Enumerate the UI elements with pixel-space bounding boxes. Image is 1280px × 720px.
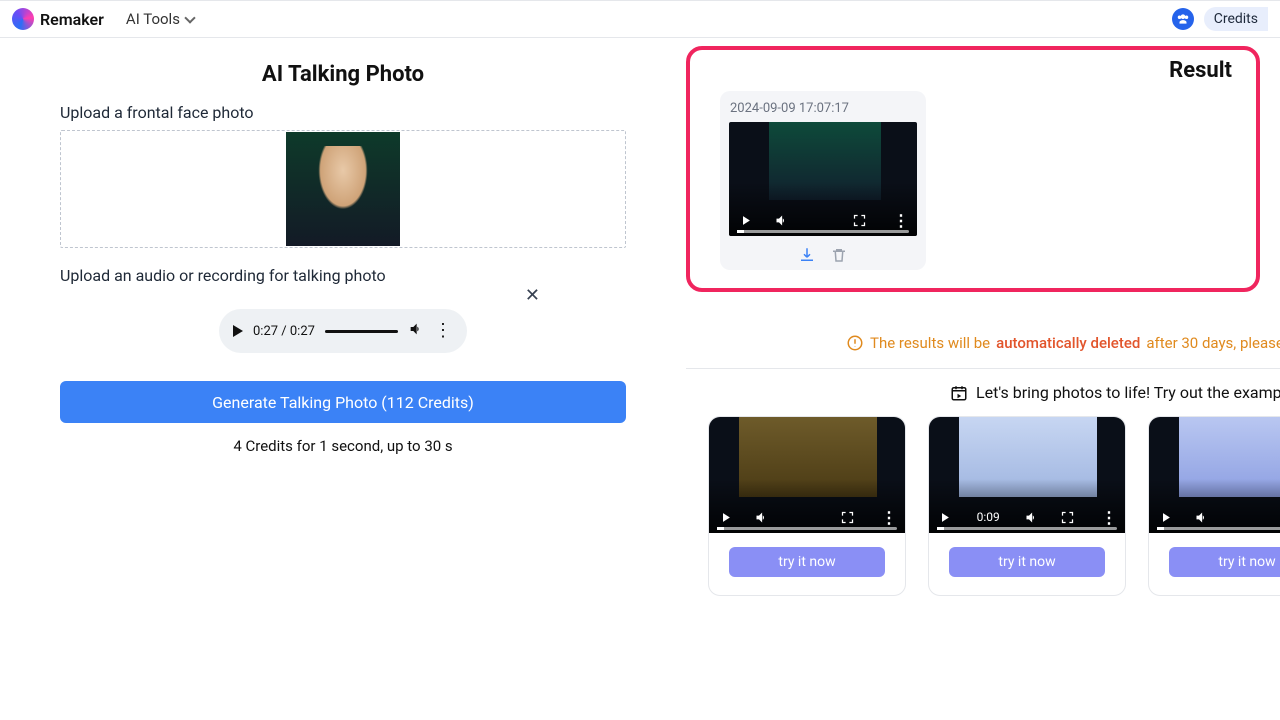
download-icon[interactable] [798, 246, 816, 264]
warning-text-2: automatically deleted [996, 334, 1140, 352]
result-timestamp: 2024-09-09 17:07:17 [726, 99, 920, 122]
examples-intro: Let's bring photos to life! Try out the … [976, 383, 1280, 402]
audio-player[interactable]: 0:27 / 0:27 ⋮ [219, 309, 467, 353]
examples-header: Let's bring photos to life! Try out the … [950, 383, 1280, 402]
result-box: Result 2024-09-09 17:07:17 ⋮ [686, 46, 1260, 292]
fullscreen-icon[interactable] [839, 509, 855, 525]
retention-warning: The results will be automatically delete… [846, 334, 1280, 352]
example-card-1: ⋮ try it now [708, 416, 906, 596]
play-icon[interactable] [1157, 509, 1173, 525]
video-progress[interactable] [717, 527, 897, 530]
play-icon[interactable] [737, 212, 753, 228]
video-more-icon[interactable]: ⋮ [893, 212, 909, 228]
logo-icon [12, 8, 34, 30]
try-it-button-3[interactable]: try it now [1169, 547, 1280, 577]
result-card: 2024-09-09 17:07:17 ⋮ [720, 91, 926, 270]
remove-audio-icon[interactable]: ✕ [525, 285, 540, 306]
page-title: AI Talking Photo [60, 62, 626, 87]
fullscreen-icon[interactable] [851, 212, 867, 228]
warning-text-3: after 30 days, please do [1146, 334, 1280, 352]
video-more-icon[interactable]: ⋮ [881, 509, 897, 525]
play-icon[interactable] [233, 325, 243, 337]
audio-time: 0:27 / 0:27 [253, 324, 315, 339]
result-title: Result [720, 58, 1232, 83]
volume-icon[interactable] [753, 509, 769, 525]
video-progress[interactable] [737, 230, 909, 233]
ai-tools-label: AI Tools [126, 10, 180, 28]
example-2-time: 0:09 [977, 510, 1000, 524]
play-icon[interactable] [717, 509, 733, 525]
audio-more-icon[interactable]: ⋮ [434, 322, 453, 340]
uploaded-photo-thumb [286, 132, 400, 246]
community-icon[interactable] [1172, 8, 1194, 30]
ai-tools-dropdown[interactable]: AI Tools [126, 10, 194, 28]
photo-dropzone[interactable] [60, 130, 626, 248]
divider [686, 368, 1280, 369]
try-it-button-1[interactable]: try it now [729, 547, 885, 577]
play-icon[interactable] [937, 509, 953, 525]
warning-text-1: The results will be [870, 334, 990, 352]
examples-row: ⋮ try it now 0:09 ⋮ [708, 416, 1280, 596]
app-header: Remaker AI Tools Credits [0, 0, 1280, 38]
fullscreen-icon[interactable] [1059, 509, 1075, 525]
chevron-down-icon [184, 12, 195, 23]
brand-name: Remaker [40, 10, 104, 29]
trash-icon[interactable] [830, 246, 848, 264]
credits-button[interactable]: Credits [1204, 7, 1268, 31]
volume-icon[interactable] [408, 321, 424, 341]
example-card-3: try it now [1148, 416, 1280, 596]
video-progress[interactable] [937, 527, 1117, 530]
credit-note: 4 Credits for 1 second, up to 30 s [60, 437, 626, 455]
audio-progress[interactable] [325, 330, 398, 333]
left-panel: AI Talking Photo Upload a frontal face p… [0, 38, 686, 720]
video-more-icon[interactable]: ⋮ [1101, 509, 1117, 525]
generate-button[interactable]: Generate Talking Photo (112 Credits) [60, 381, 626, 423]
upload-photo-label: Upload a frontal face photo [60, 103, 626, 122]
example-video-3[interactable] [1149, 417, 1280, 533]
video-progress[interactable] [1157, 527, 1280, 530]
warning-icon [846, 334, 864, 352]
calendar-play-icon [950, 384, 968, 402]
volume-icon[interactable] [1024, 509, 1040, 525]
try-it-button-2[interactable]: try it now [949, 547, 1105, 577]
example-video-2[interactable]: 0:09 ⋮ [929, 417, 1125, 533]
volume-icon[interactable] [773, 212, 789, 228]
result-video[interactable]: ⋮ [729, 122, 917, 236]
upload-audio-label: Upload an audio or recording for talking… [60, 266, 626, 285]
volume-icon[interactable] [1193, 509, 1209, 525]
right-panel: Result 2024-09-09 17:07:17 ⋮ [686, 38, 1280, 720]
example-card-2: 0:09 ⋮ try it now [928, 416, 1126, 596]
example-video-1[interactable]: ⋮ [709, 417, 905, 533]
